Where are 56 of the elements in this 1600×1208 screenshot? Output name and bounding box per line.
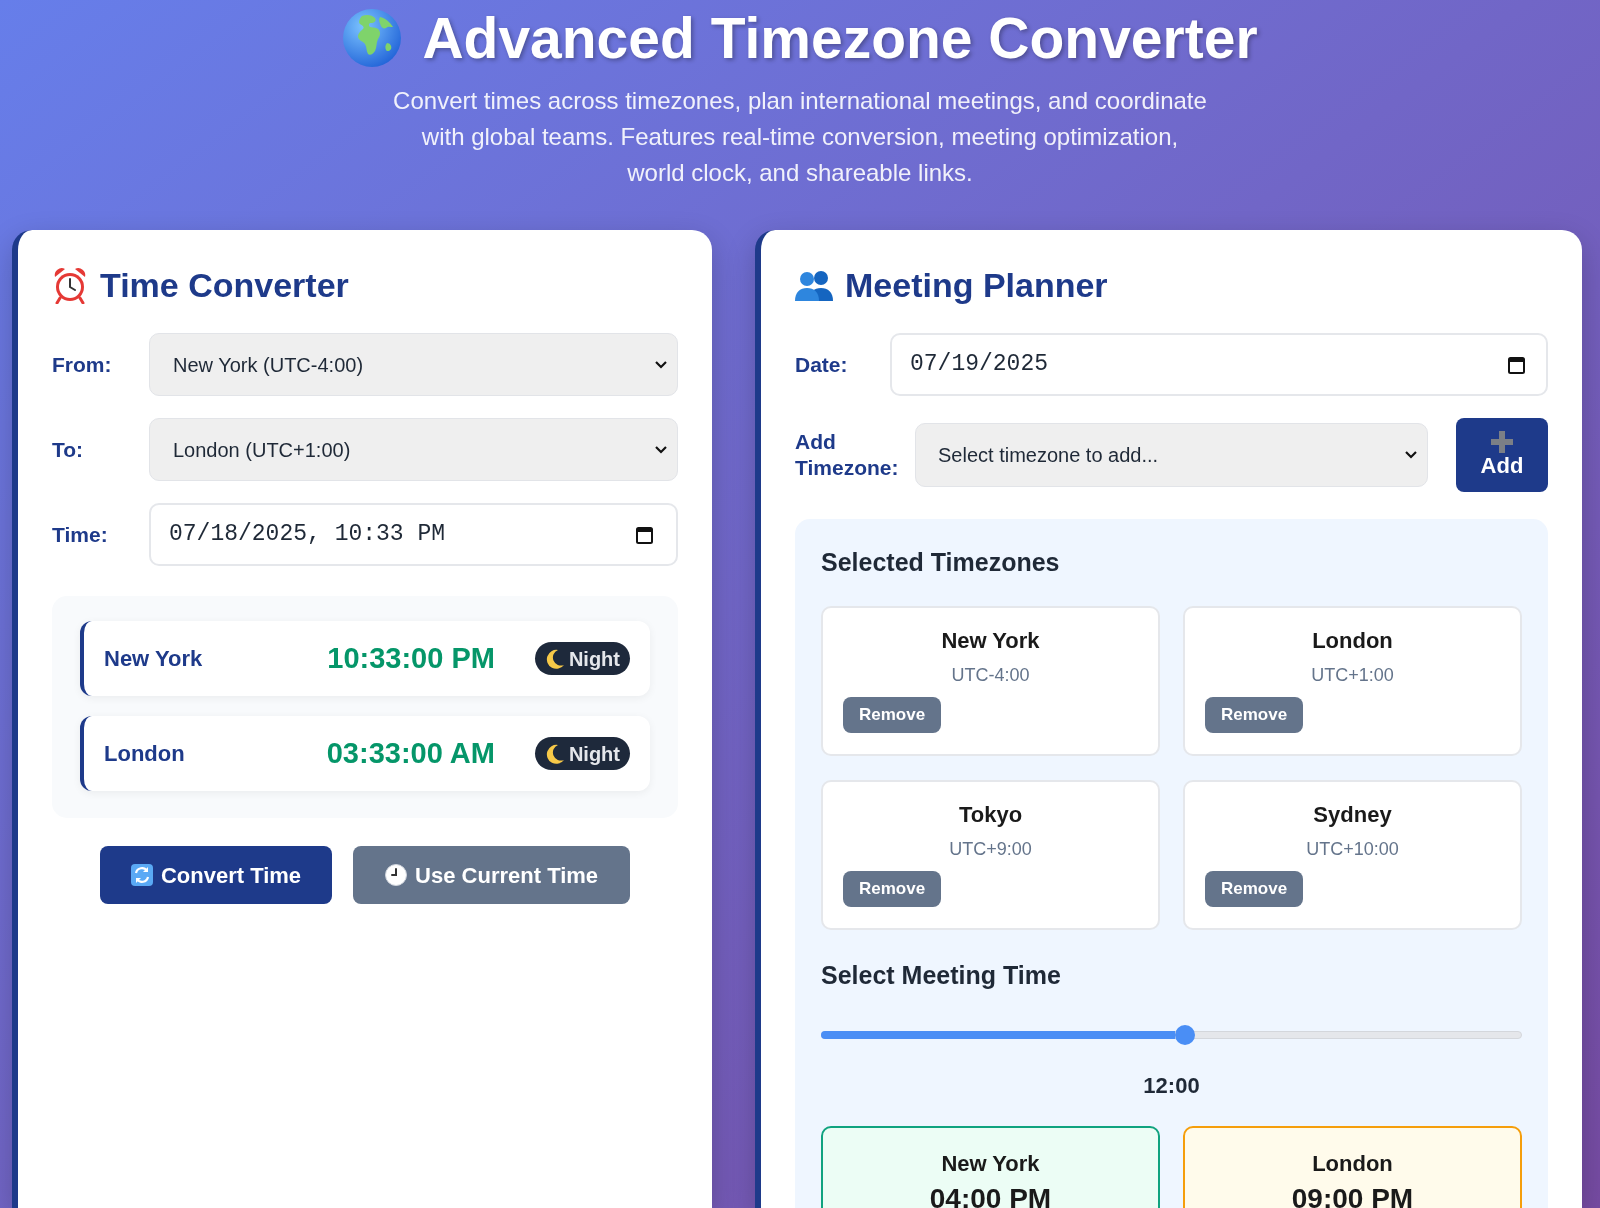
remove-button[interactable]: Remove xyxy=(843,697,942,733)
section-title: Select Meeting Time xyxy=(821,960,1061,990)
meeting-local-time: 09:00 PM xyxy=(1291,1182,1414,1208)
chevron-down-icon xyxy=(655,360,667,369)
timezone-select[interactable]: Select timezone to add... xyxy=(915,423,1428,487)
utc-offset: UTC-4:00 xyxy=(951,664,1030,687)
add-button[interactable]: Add xyxy=(1456,418,1548,492)
globe-icon xyxy=(342,8,403,68)
refresh-icon xyxy=(130,864,153,886)
field-label: Date: xyxy=(795,351,848,378)
city-name: London xyxy=(104,740,185,768)
utc-offset: UTC+1:00 xyxy=(1311,664,1394,687)
section-title: Selected Timezones xyxy=(821,547,1060,577)
meeting-local-time: 04:00 PM xyxy=(929,1182,1052,1208)
datetime-field[interactable]: 07/18/2025, 10:33 PM xyxy=(149,503,678,566)
timezone-name: Tokyo xyxy=(958,801,1023,829)
field-label: From: xyxy=(52,351,112,378)
city-name: New York xyxy=(941,1150,1040,1178)
calendar-icon xyxy=(1508,355,1525,374)
moon-icon xyxy=(544,743,565,764)
remove-button[interactable]: Remove xyxy=(843,871,942,907)
chevron-down-icon xyxy=(655,445,667,454)
period-label: Night xyxy=(568,646,620,672)
moon-icon xyxy=(544,648,565,669)
timezone-name: London xyxy=(1312,627,1393,655)
city-name: London xyxy=(1312,1150,1393,1178)
remove-button[interactable]: Remove xyxy=(1205,697,1304,733)
page-title: Advanced Timezone Converter xyxy=(422,5,1258,71)
utc-offset: UTC+10:00 xyxy=(1306,838,1399,861)
date-field[interactable]: 07/19/2025 xyxy=(890,333,1548,396)
timezone-select[interactable]: New York (UTC-4:00) xyxy=(149,333,678,396)
field-label: Time: xyxy=(52,521,108,548)
slider-thumb[interactable] xyxy=(1175,1025,1196,1045)
converted-time: 10:33:00 PM xyxy=(327,640,495,676)
timezone-name: Sydney xyxy=(1313,801,1392,829)
period-label: Night xyxy=(568,741,620,767)
timezone-select[interactable]: London (UTC+1:00) xyxy=(149,418,678,481)
calendar-icon xyxy=(636,525,653,544)
converted-time: 03:33:00 AM xyxy=(326,735,495,771)
page-subtitle: Convert times across timezones, plan international meetings, and coordinate with global teams. Features real-time conversion, meeting optimization, world clock, and shareable links. xyxy=(392,86,1208,188)
field-label: Add Timezone: xyxy=(795,429,900,481)
remove-button[interactable]: Remove xyxy=(1205,871,1304,907)
alarm-clock-icon xyxy=(52,266,88,304)
convert-button[interactable]: Convert Time xyxy=(99,846,333,904)
meeting-time-value: 12:00 xyxy=(1143,1072,1200,1100)
chevron-down-icon xyxy=(1405,451,1417,459)
utc-offset: UTC+9:00 xyxy=(949,838,1032,861)
people-icon xyxy=(795,269,833,301)
plus-icon xyxy=(1491,431,1513,453)
clock-icon xyxy=(385,864,408,886)
city-name: New York xyxy=(104,645,203,673)
field-label: To: xyxy=(52,436,84,463)
panel-title: Meeting Planner xyxy=(845,265,1108,305)
timezone-name: New York xyxy=(941,627,1040,655)
panel-title: Time Converter xyxy=(100,265,349,305)
current-time-button[interactable]: Use Current Time xyxy=(353,846,631,904)
